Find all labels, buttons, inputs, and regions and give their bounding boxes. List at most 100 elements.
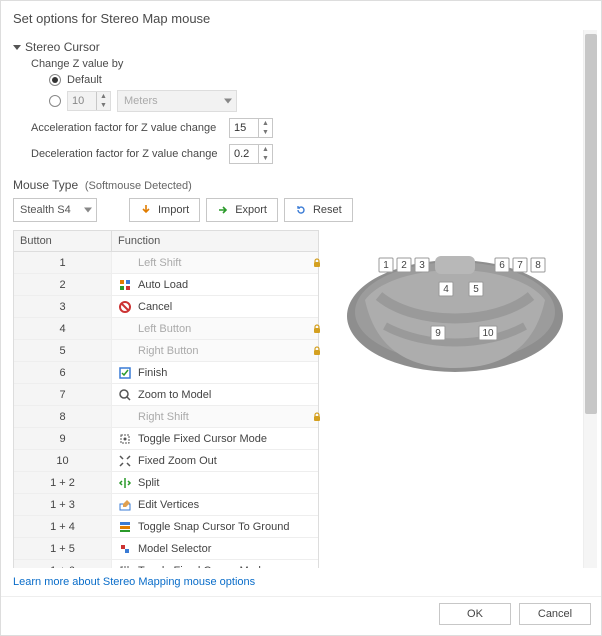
function-label: Model Selector bbox=[138, 543, 211, 555]
radio-custom-row[interactable]: 10 ▲▼ Meters bbox=[49, 90, 579, 112]
change-z-label: Change Z value by bbox=[31, 58, 579, 70]
diagram-button-number: 6 bbox=[499, 260, 505, 271]
mousetype-heading: Mouse Type bbox=[13, 178, 78, 192]
mousetype-select[interactable]: Stealth S4 bbox=[13, 198, 97, 222]
table-row[interactable]: 6Finish bbox=[14, 362, 318, 384]
export-button[interactable]: Export bbox=[206, 198, 278, 222]
table-row[interactable]: 10 Fixed Zoom Out bbox=[14, 450, 318, 472]
diagram-button-number: 9 bbox=[435, 328, 441, 339]
diagram-button-number: 4 bbox=[443, 284, 449, 295]
table-row[interactable]: 5 Right Button bbox=[14, 340, 318, 362]
lock-icon bbox=[292, 324, 312, 334]
table-row[interactable]: 1 + 2 Split bbox=[14, 472, 318, 494]
button-cell: 9 bbox=[14, 428, 112, 449]
diagram-button-number: 1 bbox=[383, 260, 389, 271]
function-cell[interactable]: Fixed Zoom Out bbox=[112, 450, 318, 471]
function-cell[interactable]: Cancel bbox=[112, 296, 318, 317]
table-row[interactable]: 8Right Shift bbox=[14, 406, 318, 428]
button-cell: 2 bbox=[14, 274, 112, 295]
decel-value: 0.2 bbox=[234, 148, 249, 160]
snap-icon bbox=[118, 520, 132, 534]
function-cell[interactable]: Auto Load bbox=[112, 274, 318, 295]
table-row[interactable]: 2Auto Load bbox=[14, 274, 318, 296]
accel-stepper[interactable]: 15 ▲▼ bbox=[229, 118, 273, 138]
function-cell[interactable]: Zoom to Model bbox=[112, 384, 318, 405]
button-mapping-table: Button Function 1Left Shift2Auto Load3Ca… bbox=[13, 230, 319, 568]
radio-default-label: Default bbox=[67, 74, 102, 86]
stereo-cursor-heading[interactable]: Stereo Cursor bbox=[13, 40, 579, 54]
function-label: Fixed Zoom Out bbox=[138, 455, 217, 467]
export-label: Export bbox=[235, 204, 267, 216]
button-cell: 1 + 6 bbox=[14, 560, 112, 568]
vertical-scrollbar[interactable] bbox=[583, 30, 597, 568]
function-label: Right Button bbox=[118, 345, 199, 357]
split-icon bbox=[118, 476, 132, 490]
learn-more-link[interactable]: Learn more about Stereo Mapping mouse op… bbox=[13, 576, 255, 588]
chevron-down-icon bbox=[224, 99, 232, 104]
radio-default[interactable] bbox=[49, 74, 61, 86]
table-row[interactable]: 7Zoom to Model bbox=[14, 384, 318, 406]
cancel-label: Cancel bbox=[538, 608, 572, 620]
table-row[interactable]: 1 + 6Toggle Fixed Cursor Mode bbox=[14, 560, 318, 568]
fixed-icon bbox=[118, 564, 132, 569]
function-label: Toggle Fixed Cursor Mode bbox=[138, 433, 267, 445]
table-row[interactable]: 3Cancel bbox=[14, 296, 318, 318]
section-label: Stereo Cursor bbox=[25, 40, 100, 54]
function-cell[interactable]: Right Shift bbox=[112, 406, 318, 427]
function-cell[interactable]: Left Button bbox=[112, 318, 318, 339]
function-label: Right Shift bbox=[118, 411, 189, 423]
import-label: Import bbox=[158, 204, 189, 216]
button-cell: 5 bbox=[14, 340, 112, 361]
function-cell[interactable]: Split bbox=[112, 472, 318, 493]
function-cell[interactable]: Model Selector bbox=[112, 538, 318, 559]
cancel-button[interactable]: Cancel bbox=[519, 603, 591, 625]
diagram-button-number: 3 bbox=[419, 260, 425, 271]
radio-default-row[interactable]: Default bbox=[49, 74, 579, 86]
units-value: Meters bbox=[124, 95, 158, 107]
lock-icon bbox=[292, 258, 312, 268]
function-label: Left Shift bbox=[118, 257, 181, 269]
zoom-icon bbox=[118, 388, 132, 402]
function-cell[interactable]: Toggle Fixed Cursor Mode bbox=[112, 560, 318, 568]
column-button: Button bbox=[14, 231, 112, 251]
diagram-button-number: 10 bbox=[482, 328, 494, 339]
decel-stepper[interactable]: 0.2 ▲▼ bbox=[229, 144, 273, 164]
button-cell: 1 + 3 bbox=[14, 494, 112, 515]
function-cell[interactable]: Toggle Snap Cursor To Ground bbox=[112, 516, 318, 537]
table-row[interactable]: 1Left Shift bbox=[14, 252, 318, 274]
radio-custom[interactable] bbox=[49, 95, 61, 107]
scrollbar-thumb[interactable] bbox=[585, 34, 597, 414]
function-cell[interactable]: Finish bbox=[112, 362, 318, 383]
button-cell: 1 + 5 bbox=[14, 538, 112, 559]
table-row[interactable]: 1 + 4Toggle Snap Cursor To Ground bbox=[14, 516, 318, 538]
table-row[interactable]: 1 + 5 Model Selector bbox=[14, 538, 318, 560]
function-label: Left Button bbox=[118, 323, 191, 335]
function-label: Split bbox=[138, 477, 159, 489]
button-cell: 1 + 2 bbox=[14, 472, 112, 493]
function-cell[interactable]: Edit Vertices bbox=[112, 494, 318, 515]
import-button[interactable]: Import bbox=[129, 198, 200, 222]
reset-icon bbox=[295, 204, 307, 216]
import-icon bbox=[140, 204, 152, 216]
table-row[interactable]: 9 Toggle Fixed Cursor Mode bbox=[14, 428, 318, 450]
table-row[interactable]: 1 + 3 Edit Vertices bbox=[14, 494, 318, 516]
function-cell[interactable]: Left Shift bbox=[112, 252, 318, 273]
edit-icon bbox=[118, 498, 132, 512]
dialog-title: Set options for Stereo Map mouse bbox=[1, 1, 601, 30]
chevron-down-icon bbox=[13, 45, 21, 50]
export-icon bbox=[217, 204, 229, 216]
reset-button[interactable]: Reset bbox=[284, 198, 353, 222]
accel-label: Acceleration factor for Z value change bbox=[31, 122, 221, 134]
model-icon bbox=[118, 542, 132, 556]
function-label: Edit Vertices bbox=[138, 499, 199, 511]
button-cell: 4 bbox=[14, 318, 112, 339]
table-row[interactable]: 4 Left Button bbox=[14, 318, 318, 340]
diagram-button-number: 2 bbox=[401, 260, 407, 271]
mousetype-detected: (Softmouse Detected) bbox=[85, 180, 192, 192]
diagram-button-number: 8 bbox=[535, 260, 541, 271]
function-cell[interactable]: Right Button bbox=[112, 340, 318, 361]
diagram-button-number: 5 bbox=[473, 284, 479, 295]
ok-button[interactable]: OK bbox=[439, 603, 511, 625]
function-cell[interactable]: Toggle Fixed Cursor Mode bbox=[112, 428, 318, 449]
button-cell: 10 bbox=[14, 450, 112, 471]
